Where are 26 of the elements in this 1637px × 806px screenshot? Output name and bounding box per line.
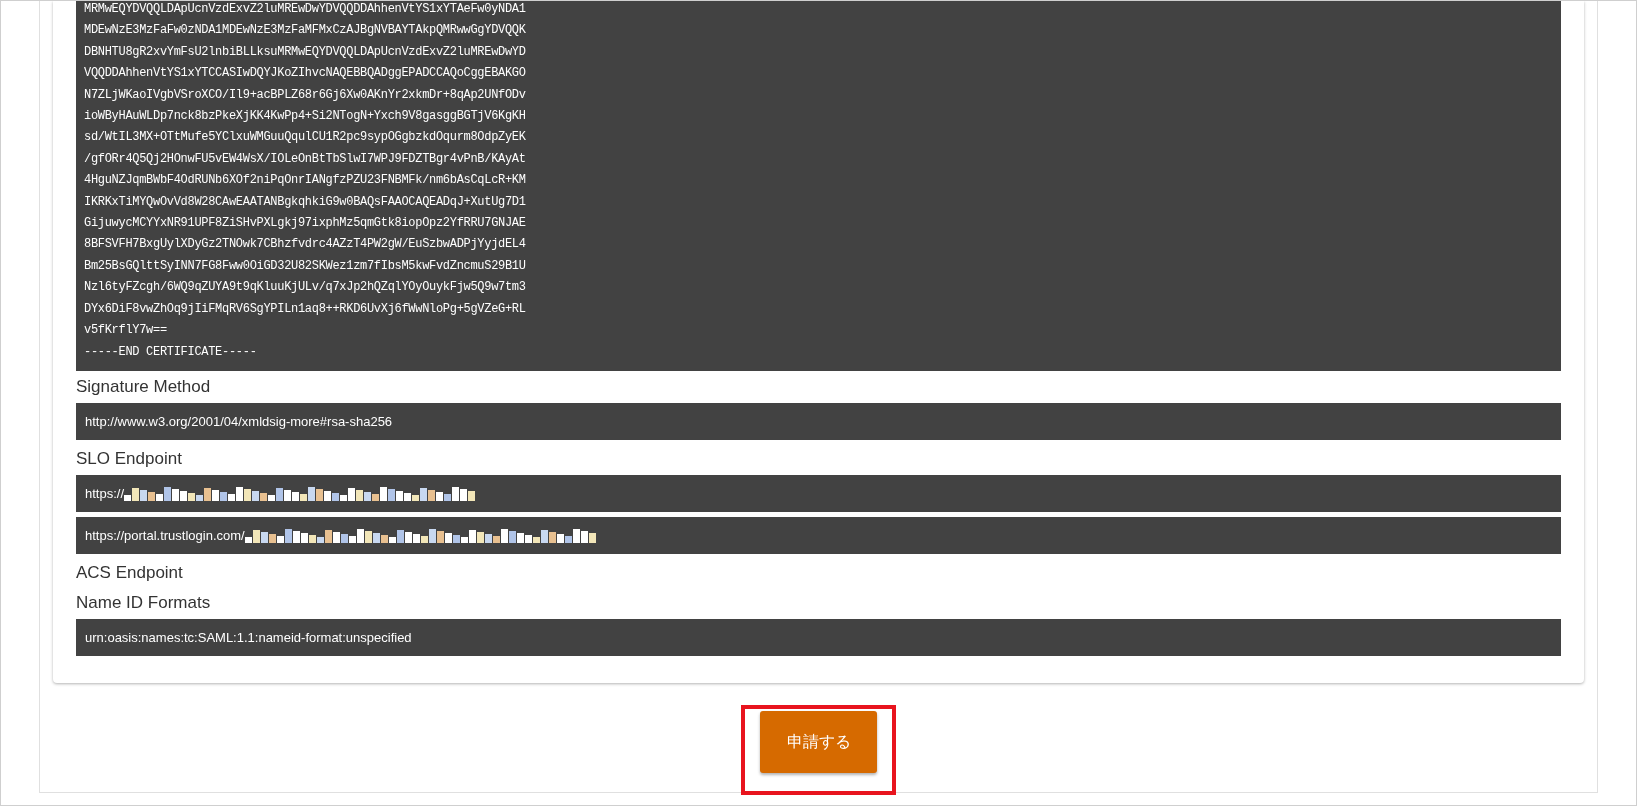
certificate-line: -----END CERTIFICATE----- [84,343,257,361]
certificate-line: DBNHTU8gR2xvYmFsU2lnbiBLLksuMRMwEQYDVQQLDApUcnVzdExvZ2luMREwDwYD [84,43,526,61]
value-field: urn:oasis:names:tc:SAML:1.1:nameid-format:unspecified [76,618,1561,656]
certificate-line: GijuwycMCYYxNR91UPF8ZiSHvPXLgkj97ixphMz5qmGtk8iopOpz2YfRRU7GNJAE [84,215,526,233]
certificate-line: MDEwNzE3MzFaFw0zNDA1MDEwNzE3MzFaMFMxCzAJBgNVBAYTAkpQMRwwGgYDVQQK [84,22,526,40]
certificate-line: sd/WtIL3MX+OTtMufe5YClxuWMGuuQqulCU1R2pc9sypOGgbzkdOqurm8OdpZyEK [84,129,526,147]
field-label: Name ID Formats [76,592,211,613]
value-field: https:// [76,474,1561,512]
certificate-line: ioWByHAuWLDp7nck8bzPkeXjKK4KwPp4+Si2NTogN+Yxch9V8gasggBGTjV6KgKH [84,108,526,126]
submit-button[interactable]: 申請する [760,710,877,773]
certificate-line: v5fKrflY7w== [84,322,167,340]
certificate-line: 4HguNZJqmBWbF4OdRUNb6XOf2niPqOnrIANgfzPZU23FNBMFk/nm6bAsCqLcR+KM [84,172,526,190]
certificate-line: /gfORr4Q5Qj2HOnwFU5vEW4WsX/IOLeOnBtTbSlwI7WPJ9FDZTBgr4vPnB/KAyAt [84,150,526,168]
certificate-line: VQQDDAhhenVtYS1xYTCCASIwDQYJKoZIhvcNAQEBBQADggEPADCCAQoCggEBAKGO [84,65,526,83]
certificate-line: Bm25BsGQlttSyINN7FG8Fww0OiGD32U82SKWez1zm7fIbsM5kwFvdZncmuS29B1U [84,257,526,275]
value-field: https://portal.trustlogin.com/ [76,516,1561,554]
certificate-line: IKRKxTiMYQwOvVd8W28CAwEAATANBgkqhkiG9w0BAQsFAAOCAQEADqJ+XutUg7D1 [84,193,526,211]
value-field: http://www.w3.org/2001/04/xmldsig-more#rsa-sha256 [76,402,1561,440]
certificate-line: DYx6DiF8vwZhOq9jIiFMqRV6SgYPILn1aq8++RKD6UvXj6fWwNloPg+5gVZeG+RL [84,300,526,318]
certificate-line: N7ZLjWKaoIVgbVSroXCO/Il9+acBPLZ68r6Gj6Xw0AKnYr2xkmDr+8qAp2UNfODv [84,86,526,104]
certificate-line: 8BFSVFH7BxgUylXDyGz2TNOwk7CBhzfvdrc4AZzT4PW2gW/EuSzbwADPjYyjdEL4 [84,236,526,254]
certificate-line: MRMwEQYDVQQLDApUcnVzdExvZ2luMREwDwYDVQQDDAhhenVtYS1xYTAeFw0yNDA1 [84,1,526,18]
field-label: Signature Method [76,376,211,397]
certificate-line: Nzl6tyFZcgh/6WQ9qZUYA9t9qKluuKjULv/q7xJp2hQZqlYOyOuykFjw5Q9w7tm3 [84,279,526,297]
field-label: SLO Endpoint [76,448,182,469]
field-label: ACS Endpoint [76,562,183,583]
